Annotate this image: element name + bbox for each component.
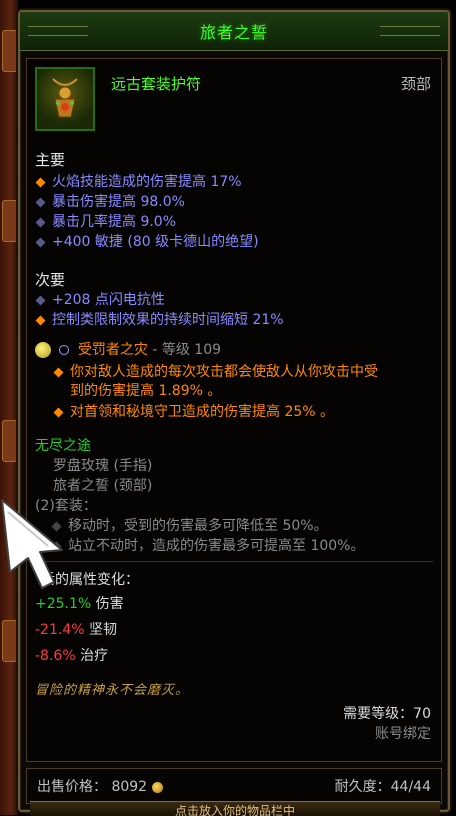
gem-effect: 你对敌人造成的每次攻击都会使敌人从你攻击中受 [53, 361, 378, 381]
legendary-bullet-icon [53, 367, 64, 377]
panel-ornament [2, 620, 18, 662]
hand-cursor-icon [0, 498, 75, 593]
stat-change-row: -8.6% 治疗 [35, 648, 109, 664]
primary-affix: +400 敏捷 (80 级卡德山的绝望) [35, 231, 259, 251]
primary-affix: 火焰技能造成的伤害提高 17% [35, 171, 242, 191]
set-piece: 旅者之誓 (颈部) [53, 478, 153, 494]
affix-bullet-icon [35, 217, 46, 227]
affix-bullet-icon [35, 197, 46, 207]
amulet-icon [35, 67, 95, 131]
set-name: 无尽之途 [35, 438, 91, 454]
sell-price-value: 8092 [111, 779, 148, 795]
tooltip-footer: 出售价格： 8092 耐久度：44/44 [26, 768, 442, 804]
durability: 耐久度：44/44 [334, 779, 431, 795]
primary-affix: 暴击几率提高 9.0% [35, 211, 176, 231]
required-level: 需要等级：70 [343, 706, 431, 722]
affix-bullet-icon [35, 295, 46, 305]
legendary-bullet-icon [53, 407, 64, 417]
secondary-affix: 控制类限制效果的持续时间缩短 21% [35, 309, 284, 329]
panel-ornament [2, 200, 18, 242]
section-divider [35, 561, 433, 562]
side-panel-edge [0, 0, 18, 815]
primary-affix: 暴击伤害提高 98.0% [35, 191, 185, 211]
item-tooltip: 旅者之誓 远古套装护符 颈部 主要 火焰技能造成的伤害提高 17% 暴击伤害提高… [18, 10, 450, 812]
gem-effect-cont: 到的伤害提高 1.89% 。 [70, 383, 222, 399]
account-bound: 账号绑定 [375, 726, 431, 742]
panel-ornament [2, 420, 18, 462]
item-name: 远古套装护符 [111, 75, 202, 93]
secondary-affix: +208 点闪电抗性 [35, 289, 165, 309]
legendary-gem-icon [35, 342, 51, 358]
add-to-inventory-button[interactable]: 点击放入你的物品栏中 [30, 801, 440, 816]
gold-coin-icon [152, 781, 164, 793]
title-ornament-left [28, 26, 88, 36]
secondary-header: 次要 [35, 271, 66, 289]
affix-bullet-icon [35, 237, 46, 247]
set-piece: 罗盘玫瑰 (手指) [53, 458, 153, 474]
legendary-bullet-icon [35, 315, 46, 325]
item-title: 旅者之誓 [199, 23, 268, 42]
tooltip-title-bar: 旅者之誓 [20, 12, 448, 51]
socket-ring-icon [59, 345, 70, 355]
legendary-bullet-icon [35, 177, 46, 187]
set-bonus: 移动时，受到的伤害最多可降低至 50%。 [51, 515, 328, 535]
gem-name: 受罚者之灾 [77, 342, 148, 358]
legendary-gem-row: 受罚者之灾 - 等级 109 [35, 339, 221, 359]
gem-level: - 等级 109 [152, 342, 222, 358]
sell-price-label: 出售价格： [37, 779, 107, 795]
title-ornament-right [380, 26, 440, 36]
panel-ornament [2, 30, 18, 72]
sell-price: 出售价格： 8092 [37, 776, 164, 796]
primary-header: 主要 [35, 151, 66, 169]
item-slot: 颈部 [400, 75, 431, 93]
flavor-text: 冒险的精神永不会磨灭。 [35, 683, 190, 698]
tooltip-body: 远古套装护符 颈部 主要 火焰技能造成的伤害提高 17% 暴击伤害提高 98.0… [26, 58, 442, 762]
stat-change-row: -21.4% 坚韧 [35, 622, 117, 638]
gem-effect: 对首领和秘境守卫造成的伤害提高 25% 。 [53, 401, 334, 421]
stat-change-row: +25.1% 伤害 [35, 596, 124, 612]
set-bonus: 站立不动时，造成的伤害最多可提高至 100%。 [51, 535, 364, 555]
